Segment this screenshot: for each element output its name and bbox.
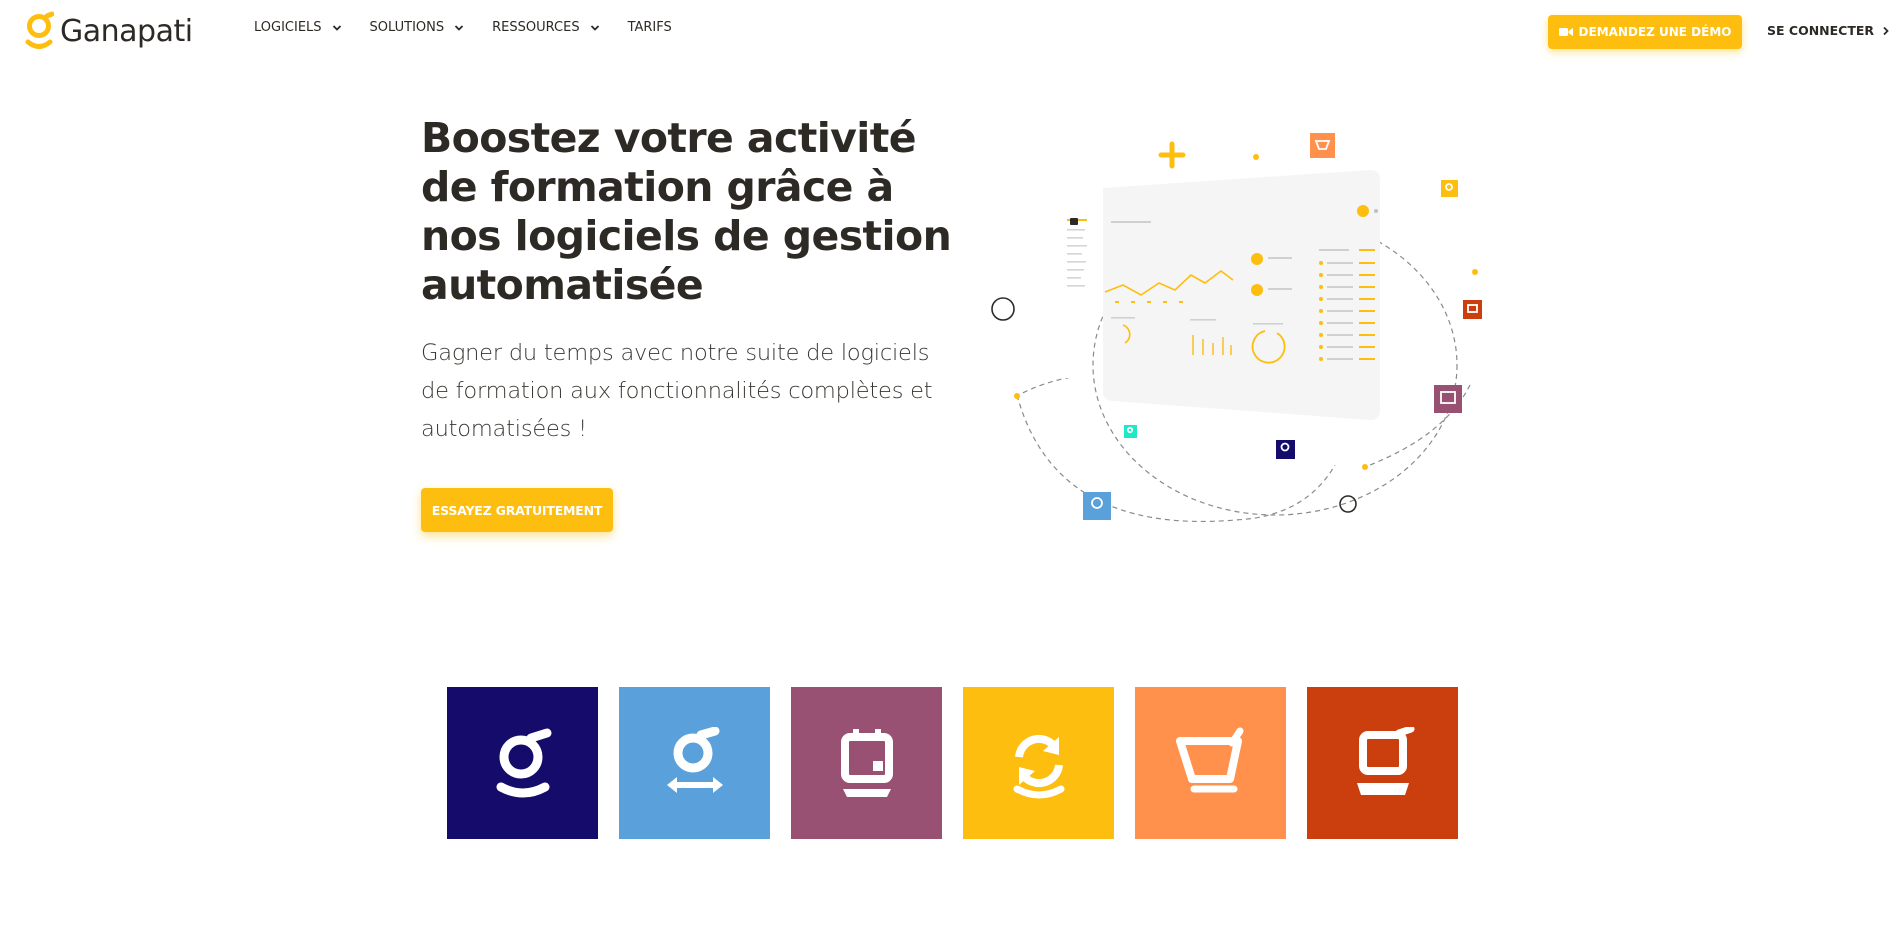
hero-title: Boostez votre activité de formation grâc… <box>421 114 952 309</box>
login-link[interactable]: SE CONNECTER <box>1767 23 1890 38</box>
menu-item-label: LOGICIELS <box>254 20 322 35</box>
chevron-down-icon <box>332 24 341 31</box>
chevron-right-icon <box>1883 26 1889 35</box>
request-demo-label: DEMANDEZ UNE DÉMO <box>1578 25 1732 39</box>
menu-item-ressources[interactable]: RESSOURCES <box>492 20 599 35</box>
menu-item-label: RESSOURCES <box>492 20 580 35</box>
menu-item-label: TARIFS <box>627 20 672 35</box>
request-demo-button[interactable]: DEMANDEZ UNE DÉMO <box>1548 15 1742 49</box>
chevron-down-icon <box>590 24 599 31</box>
brand-logo[interactable]: Ganapati <box>24 11 193 51</box>
ganapati-cart-icon <box>1175 727 1243 793</box>
ganapati-laptop-icon <box>1356 727 1414 795</box>
free-trial-button[interactable]: ESSAYEZ GRATUITEMENT <box>421 488 613 532</box>
product-tile-sync[interactable] <box>963 687 1114 839</box>
menu-item-label: SOLUTIONS <box>369 20 445 35</box>
product-tile-calendar[interactable] <box>791 687 942 839</box>
ganapati-calendar-icon <box>840 729 893 797</box>
product-tile-ganapati[interactable] <box>447 687 598 839</box>
hero-subtitle: Gagner du temps avec notre suite de logi… <box>421 340 933 442</box>
chevron-down-icon <box>455 24 464 31</box>
login-label: SE CONNECTER <box>1767 23 1875 38</box>
top-navigation: Ganapati LOGICIELS SOLUTIONS RESSOURCES … <box>0 0 1903 62</box>
video-camera-icon <box>1558 28 1573 36</box>
ganapati-sync-icon <box>1013 734 1064 799</box>
menu-item-logiciels[interactable]: LOGICIELS <box>254 20 342 35</box>
ganapati-g-icon <box>496 728 551 798</box>
hero-dashboard-illustration <box>991 133 1482 523</box>
ganapati-logo-icon <box>25 11 54 49</box>
product-tile-exchange[interactable] <box>619 687 770 839</box>
ganapati-exchange-icon <box>666 727 723 793</box>
menu-item-tarifs[interactable]: TARIFS <box>628 20 672 35</box>
main-menu: LOGICIELS SOLUTIONS RESSOURCES TARIFS <box>254 20 700 35</box>
product-tiles <box>447 687 1458 839</box>
brand-name: Ganapati <box>60 13 193 49</box>
menu-item-solutions[interactable]: SOLUTIONS <box>370 20 465 35</box>
product-tile-cart[interactable] <box>1135 687 1286 839</box>
product-tile-laptop[interactable] <box>1307 687 1458 839</box>
